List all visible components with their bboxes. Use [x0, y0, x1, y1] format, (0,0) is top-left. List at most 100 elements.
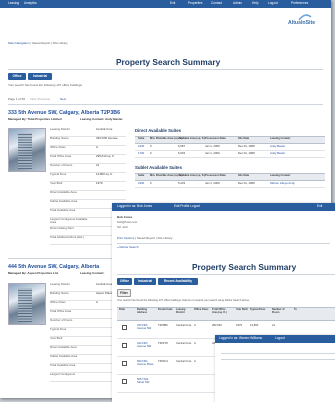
brand-name: AltusInSite: [288, 20, 316, 26]
logged-in-label: Logged in as: Bob Jones: [117, 204, 153, 208]
table-cell[interactable]: 444 Fifth Avenue SW: [137, 342, 155, 348]
detail-label: Leasing District: [50, 127, 70, 131]
office-tab-button[interactable]: Office: [8, 73, 26, 80]
filter-button[interactable]: Filter: [117, 289, 131, 297]
detail-value: 333 Fifth Avenue: [96, 136, 118, 140]
profile-links[interactable]: Edit Profile Logout: [174, 204, 200, 208]
table-header-cell: Typical Floor: [250, 308, 266, 311]
property-2-photo: [8, 283, 46, 325]
table-row: [135, 150, 325, 151]
topnav-right-4[interactable]: Admin: [233, 1, 242, 5]
page-next-link[interactable]: Next: [60, 98, 66, 101]
sublet-suites-title: Sublet Available Suites: [135, 165, 182, 170]
table-cell[interactable]: Warren Lilleye Andy: [270, 182, 295, 185]
topnav-right-5[interactable]: Help: [252, 1, 259, 5]
table-cell[interactable]: 1900: [138, 182, 144, 185]
table-cell[interactable]: 505 Third Street SW: [137, 378, 155, 384]
industrial-tab-button[interactable]: Industrial: [28, 73, 52, 80]
table-cell[interactable]: 333 Fifth Avenue SW: [137, 324, 155, 330]
breadcrumb-1[interactable]: Main Navigation: [8, 41, 30, 45]
exit-link[interactable]: Exit: [317, 204, 322, 208]
detail-label: Year Built: [50, 181, 63, 185]
table-cell[interactable]: Andy Baxter: [270, 152, 285, 155]
table-cell[interactable]: 1000: [138, 145, 144, 148]
page-nav[interactable]: First | Previous: [30, 98, 50, 101]
row-checkbox[interactable]: [122, 361, 127, 366]
search-result-message: Your search has found the following 137 …: [117, 299, 250, 302]
table-cell: 282,520: [212, 324, 222, 327]
page-title: Property Search Summary: [192, 262, 297, 272]
user-name: Bob Jones: [117, 215, 133, 219]
property-2-managed-by: Managed By: Aspen Properties Ltd.: [8, 271, 59, 275]
topnav-left-2[interactable]: Analytics: [24, 1, 37, 5]
table-cell: A: [194, 324, 196, 327]
table-cell: Dec 01, 1968: [238, 181, 255, 185]
refine-search-link[interactable]: « Refine Search: [117, 246, 139, 249]
recent-availability-button[interactable]: Recent Availability: [158, 278, 198, 285]
table-row: [135, 187, 325, 188]
detail-label: Number of Floors: [50, 163, 73, 167]
table-header-cell: Possession Date: [205, 136, 226, 140]
table-cell: Dec 01, 1968: [238, 144, 255, 148]
detail-value: 21: [96, 163, 100, 167]
property-1-managed-by: Managed By: Tidal Properties Limited: [8, 117, 62, 121]
topnav-left-1[interactable]: Leasing: [8, 1, 19, 5]
row-checkbox[interactable]: [122, 379, 127, 384]
table-cell[interactable]: 1700: [138, 152, 144, 155]
table-cell: Central Core: [176, 324, 192, 327]
table-cell: A: [194, 342, 196, 345]
detail-label: Year Built: [50, 336, 63, 340]
table-header-cell: Info Date: [238, 136, 250, 140]
topnav-right-6[interactable]: Logout: [268, 1, 278, 5]
property-1-title[interactable]: 333 5th Avenue SW, Calgary, Alberta T2P3…: [8, 110, 120, 116]
detail-label: Typical Floor: [50, 327, 67, 331]
breadcrumb-3[interactable]: File Library: [53, 41, 68, 45]
row-checkbox[interactable]: [122, 343, 127, 348]
topnav-right-7[interactable]: Preferences: [291, 1, 308, 5]
detail-label: Building Name: [50, 136, 69, 140]
table-cell: Dec 01, 1968: [238, 151, 255, 155]
detail-label: Direct Asking Rent: [50, 226, 74, 230]
property-2-title[interactable]: 444 5th Avenue SW, Calgary, Alberta: [8, 264, 99, 270]
table-header-cell: Suite: [138, 173, 145, 177]
search-result-message: Your search has found the following 137 …: [8, 83, 82, 87]
top-nav-bar: Leasing Analytics Exit Properties Contac…: [0, 0, 331, 8]
property-1-leasing-contact: Leasing Contact: Andy Baxter: [80, 117, 123, 121]
divider: [221, 353, 335, 354]
table-cell: T2P2T8: [158, 342, 168, 345]
property-2-leasing-contact: Leasing Contact:: [80, 271, 105, 275]
breadcrumb-2[interactable]: Saved Report: [137, 236, 155, 240]
industrial-tab-button[interactable]: Industrial: [134, 278, 156, 285]
table-header-cell: Filter: [119, 308, 126, 311]
logout-link[interactable]: Logout: [275, 336, 285, 340]
detail-value: 1979: [96, 181, 103, 185]
breadcrumb-3[interactable]: File Library: [158, 236, 173, 240]
table-cell[interactable]: 500 Fifth Avenue Place: [137, 360, 155, 366]
topnav-right-2[interactable]: Properties: [188, 1, 203, 5]
table-header-cell: Possession Date: [205, 173, 226, 177]
user-email: bob@host.com: [117, 220, 138, 224]
property-1-photo: [8, 128, 46, 172]
divider: [8, 104, 323, 105]
office-tab-button[interactable]: Office: [117, 278, 132, 285]
topnav-right-3[interactable]: Contact: [211, 1, 222, 5]
table-header-cell: Total Office Area (sq. ft.): [212, 308, 227, 314]
table-header-cell: Office Class: [194, 308, 209, 311]
row-checkbox[interactable]: [122, 325, 127, 330]
table-header-cell: To: [294, 308, 297, 311]
table-cell: Jan 1, 2009: [205, 151, 220, 155]
table-cell: 0: [150, 151, 152, 155]
detail-label: Total Available Area: [50, 208, 76, 212]
table-cell: 21: [272, 324, 275, 327]
detail-value: Central Core: [96, 127, 113, 131]
detail-value: 295,610 sq. ft.: [96, 154, 115, 158]
topnav-right-1[interactable]: Exit: [170, 1, 175, 5]
breadcrumb-1[interactable]: Print Options: [117, 236, 134, 240]
direct-suites-title: Direct Available Suites: [135, 128, 182, 133]
table-header-cell: Number of Floors: [272, 308, 285, 314]
detail-label: Building Name: [50, 291, 69, 295]
breadcrumb-2[interactable]: Saved Report: [32, 41, 50, 45]
detail-label: Largest Contiguous Available Area: [50, 217, 88, 224]
table-cell[interactable]: Andy Baxter: [270, 145, 285, 148]
table-cell: T2P3C4: [158, 360, 168, 363]
